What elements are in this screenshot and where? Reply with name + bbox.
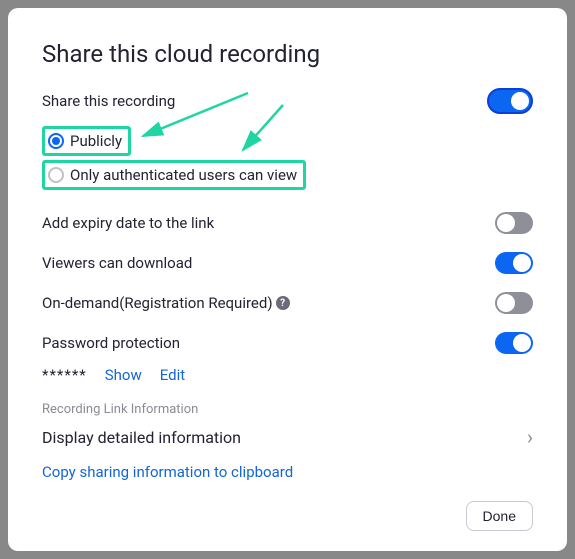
- link-info-section-label: Recording Link Information: [42, 402, 533, 417]
- share-recording-toggle[interactable]: [487, 88, 533, 114]
- chevron-right-icon: ›: [527, 425, 533, 449]
- toggle-knob: [497, 214, 515, 232]
- toggle-knob: [513, 254, 531, 272]
- password-mask: ******: [42, 366, 87, 384]
- share-recording-label: Share this recording: [42, 92, 175, 110]
- expiry-toggle[interactable]: [495, 212, 533, 234]
- share-visibility-group: Publicly Only authenticated users can vi…: [42, 126, 533, 194]
- password-toggle[interactable]: [495, 332, 533, 354]
- share-recording-modal: Share this cloud recording Share this re…: [8, 8, 567, 551]
- ondemand-row: On-demand(Registration Required) ?: [42, 292, 533, 314]
- display-detail-row[interactable]: Display detailed information ›: [42, 425, 533, 449]
- password-row: Password protection: [42, 332, 533, 354]
- password-edit-link[interactable]: Edit: [160, 366, 185, 384]
- radio-label-publicly: Publicly: [70, 132, 122, 150]
- radio-option-publicly[interactable]: Publicly: [42, 126, 131, 156]
- ondemand-label: On-demand(Registration Required): [42, 294, 273, 312]
- password-value-row: ****** Show Edit: [42, 366, 533, 384]
- password-show-link[interactable]: Show: [105, 366, 142, 384]
- ondemand-label-wrap: On-demand(Registration Required) ?: [42, 294, 290, 312]
- radio-icon: [48, 133, 64, 149]
- download-row: Viewers can download: [42, 252, 533, 274]
- password-label: Password protection: [42, 334, 180, 352]
- help-icon[interactable]: ?: [276, 296, 290, 310]
- expiry-label: Add expiry date to the link: [42, 214, 214, 232]
- ondemand-toggle[interactable]: [495, 292, 533, 314]
- download-label: Viewers can download: [42, 254, 192, 272]
- toggle-knob: [497, 294, 515, 312]
- done-button[interactable]: Done: [466, 501, 533, 531]
- radio-icon: [48, 167, 64, 183]
- modal-footer: Done: [42, 501, 533, 531]
- expiry-row: Add expiry date to the link: [42, 212, 533, 234]
- modal-title: Share this cloud recording: [42, 40, 533, 68]
- copy-sharing-info-link[interactable]: Copy sharing information to clipboard: [42, 463, 533, 481]
- share-recording-row: Share this recording: [42, 88, 533, 114]
- radio-option-auth-only[interactable]: Only authenticated users can view: [42, 160, 306, 190]
- display-detail-label: Display detailed information: [42, 428, 241, 447]
- toggle-knob: [513, 334, 531, 352]
- download-toggle[interactable]: [495, 252, 533, 274]
- toggle-knob: [511, 92, 529, 110]
- radio-label-auth-only: Only authenticated users can view: [70, 166, 297, 184]
